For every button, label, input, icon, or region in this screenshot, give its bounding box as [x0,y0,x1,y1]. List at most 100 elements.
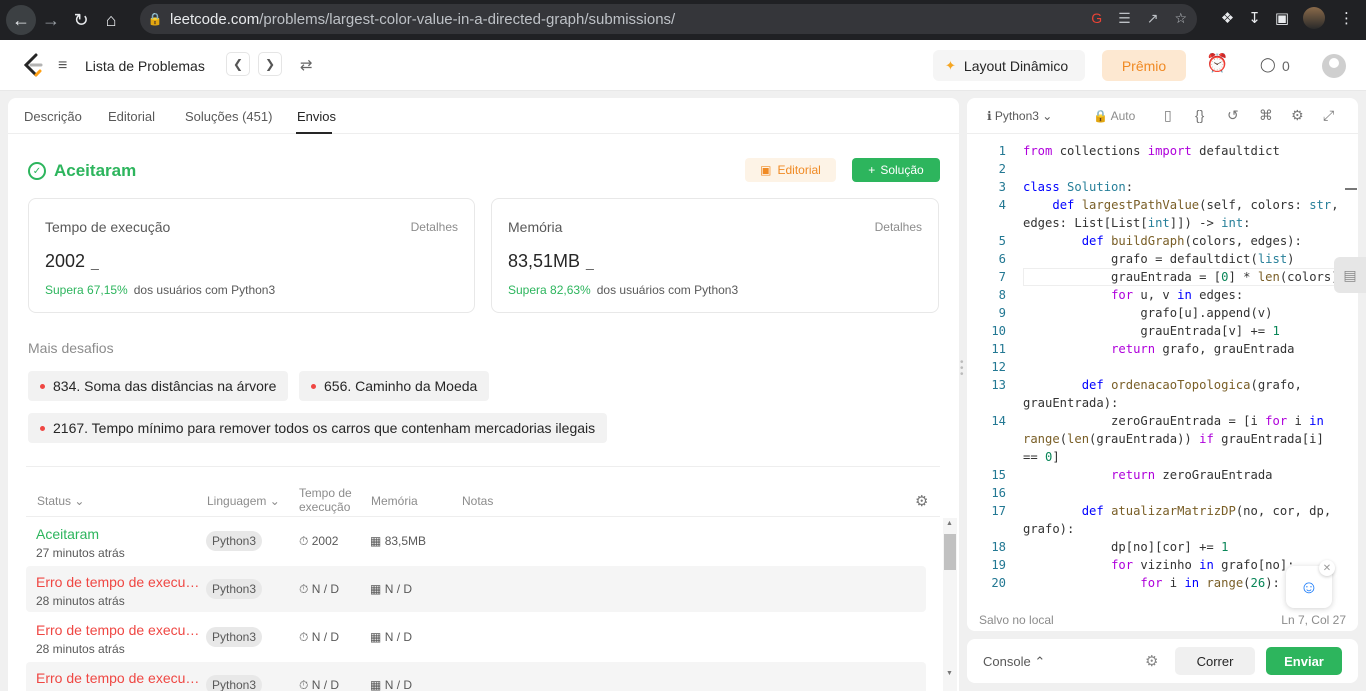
code-line[interactable]: 4 def largestPathValue(self, colors: str… [967,196,1358,214]
code-line[interactable]: edges: List[List[int]]) -> int: [967,214,1358,232]
code-text[interactable]: def ordenacaoTopologica(grafo, [1023,376,1302,394]
braces-icon[interactable]: {} [1195,107,1204,123]
site-info-icon[interactable]: 🔒 [140,12,170,26]
code-line[interactable]: grafo): [967,520,1358,538]
code-text[interactable]: def buildGraph(colors, edges): [1023,232,1302,250]
debug-icon[interactable]: ⚙ [1145,652,1158,670]
post-solution-button[interactable]: + Solução [852,158,940,182]
auto-mode[interactable]: 🔒 Auto [1093,109,1135,123]
bookmark-icon[interactable]: ▯ [1164,107,1172,124]
code-text[interactable]: grafo[u].append(v) [1023,304,1272,322]
code-text[interactable]: grauEntrada[v] += 1 [1023,322,1279,340]
code-text[interactable]: grafo): [1023,520,1074,538]
code-line[interactable]: 18 dp[no][cor] += 1 [967,538,1358,556]
code-line[interactable]: 7 grauEntrada = [0] * len(colors) [967,268,1358,286]
code-text[interactable]: for vizinho in grafo[no]: [1023,556,1294,574]
reset-icon[interactable]: ↺ [1227,107,1239,124]
menu-icon[interactable]: ⋮ [1339,9,1354,27]
code-text[interactable]: range(len(grauEntrada)) if grauEntrada[i… [1023,430,1324,448]
code-line[interactable]: 17 def atualizarMatrizDP(no, cor, dp, [967,502,1358,520]
table-row[interactable]: Erro de tempo de execução Python3 ⏱ N / … [26,662,926,691]
row-status[interactable]: Erro de tempo de execução [36,670,206,686]
close-icon[interactable]: ✕ [1319,560,1335,576]
address-bar[interactable]: 🔒 leetcode.com/problems/largest-color-va… [140,4,1197,34]
home-icon[interactable]: ⌂ [96,5,126,35]
challenge-chip[interactable]: 2167. Tempo mínimo para remover todos os… [28,413,608,443]
google-icon[interactable]: G [1091,10,1102,27]
code-text[interactable]: from collections import defaultdict [1023,142,1280,160]
language-select[interactable]: ℹ Python3 ⌄ [987,109,1052,123]
status-column-header[interactable]: Status ⌄ [37,494,84,508]
code-line[interactable]: 2 [967,160,1358,178]
tab-description[interactable]: Descrição [24,109,82,124]
code-text[interactable]: zeroGrauEntrada = [i for i in [1023,412,1324,430]
code-text[interactable]: def largestPathValue(self, colors: str, [1023,196,1338,214]
expand-icon[interactable]: ⤢ [1323,107,1334,124]
code-line[interactable]: 6 grafo = defaultdict(list) [967,250,1358,268]
code-text[interactable]: grauEntrada = [0] * len(colors) [1023,268,1339,286]
panel-resize-handle[interactable]: • • • [960,358,964,380]
problem-list-link[interactable]: Lista de Problemas [85,58,205,74]
challenge-chip[interactable]: 834. Soma das distâncias na árvore [28,371,289,401]
gear-icon[interactable]: ⚙ [915,492,928,510]
code-text[interactable]: for i in range(26): [1023,574,1279,592]
dynamic-layout-button[interactable]: ✦ Layout Dinâmico [933,50,1085,81]
code-line[interactable]: 10 grauEntrada[v] += 1 [967,322,1358,340]
code-text[interactable]: for u, v in edges: [1023,286,1243,304]
download-icon[interactable]: ↧ [1248,9,1261,27]
code-line[interactable]: == 0] [967,448,1358,466]
code-text[interactable]: dp[no][cor] += 1 [1023,538,1228,556]
scrollbar-thumb[interactable] [944,534,956,570]
back-icon[interactable]: ← [6,5,36,35]
premium-button[interactable]: Prêmio [1102,50,1186,81]
profile-avatar[interactable] [1303,7,1325,29]
bookmark-star-icon[interactable]: ☆ [1174,10,1187,27]
code-line[interactable]: 1 from collections import defaultdict [967,142,1358,160]
table-row[interactable]: Erro de tempo de execução 28 minutos atr… [26,566,926,612]
challenge-chip[interactable]: 656. Caminho da Moeda [299,371,490,401]
row-status[interactable]: Aceitaram [36,526,206,542]
user-avatar[interactable] [1322,54,1346,78]
extensions-icon[interactable]: ❖ [1221,9,1234,27]
code-text[interactable]: class Solution: [1023,178,1133,196]
memory-details-link[interactable]: Detalhes [875,220,922,234]
code-line[interactable]: 8 for u, v in edges: [967,286,1358,304]
command-icon[interactable]: ⌘ [1259,107,1273,124]
tab-solutions[interactable]: Soluções (451) [185,109,272,124]
code-line[interactable]: 9 grafo[u].append(v) [967,304,1358,322]
reload-icon[interactable]: ↻ [66,5,96,35]
code-text[interactable]: return grafo, grauEntrada [1023,340,1294,358]
leetcode-logo[interactable] [22,53,44,77]
code-area[interactable]: 1 from collections import defaultdict 2 3 cl… [967,140,1358,600]
row-status[interactable]: Erro de tempo de execução [36,622,206,638]
code-text[interactable]: grafo = defaultdict(list) [1023,250,1294,268]
notes-side-tab[interactable]: ▤ [1334,257,1366,293]
editorial-button[interactable]: ▣ Editorial [745,158,836,182]
next-problem-button[interactable]: ❯ [258,52,282,76]
settings-icon[interactable]: ⚙ [1291,107,1304,124]
code-line[interactable]: range(len(grauEntrada)) if grauEntrada[i… [967,430,1358,448]
run-button[interactable]: Correr [1175,647,1255,675]
submit-button[interactable]: Enviar [1266,647,1342,675]
code-text[interactable]: def atualizarMatrizDP(no, cor, dp, [1023,502,1332,520]
forward-icon[interactable]: → [36,5,66,35]
code-text[interactable]: return zeroGrauEntrada [1023,466,1272,484]
share-icon[interactable]: ↗ [1147,10,1159,27]
scroll-down-icon[interactable]: ▼ [946,670,953,677]
table-row[interactable]: Erro de tempo de execução 28 minutos atr… [26,614,926,660]
translate-icon[interactable]: ☰ [1118,10,1131,27]
code-line[interactable]: 12 [967,358,1358,376]
code-text[interactable]: == 0] [1023,448,1060,466]
console-toggle[interactable]: Console ⌃ [983,654,1045,670]
code-line[interactable]: 5 def buildGraph(colors, edges): [967,232,1358,250]
code-line[interactable]: 3 class Solution: [967,178,1358,196]
tab-submissions[interactable]: Envios [297,109,336,124]
prev-problem-button[interactable]: ❮ [226,52,250,76]
language-column-header[interactable]: Linguagem ⌄ [207,494,280,508]
code-text[interactable]: edges: List[List[int]]) -> int: [1023,214,1251,232]
problem-list-icon[interactable]: ≡ [58,57,67,75]
code-text[interactable]: grauEntrada): [1023,394,1118,412]
code-line[interactable]: 14 zeroGrauEntrada = [i for i in [967,412,1358,430]
code-line[interactable]: grauEntrada): [967,394,1358,412]
row-status[interactable]: Erro de tempo de execução [36,574,206,590]
